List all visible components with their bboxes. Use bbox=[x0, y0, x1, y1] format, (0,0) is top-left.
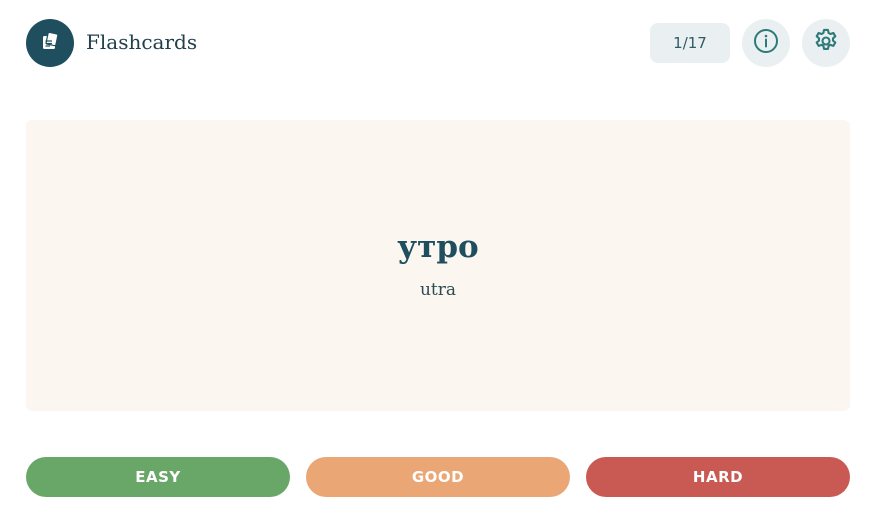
hard-button[interactable]: HARD bbox=[586, 457, 850, 497]
card-word: утро bbox=[397, 228, 479, 265]
flashcard[interactable]: утро utra bbox=[26, 120, 850, 411]
info-button[interactable] bbox=[742, 19, 790, 67]
settings-button[interactable] bbox=[802, 19, 850, 67]
good-button-label: GOOD bbox=[411, 468, 465, 486]
gear-icon bbox=[812, 27, 840, 59]
card-counter: 1/17 bbox=[650, 23, 730, 63]
app-title: Flashcards bbox=[86, 30, 198, 54]
flashcards-app: Flashcards 1/17 утро utra EASY GOOD HARD bbox=[0, 0, 884, 528]
hard-button-label: HARD bbox=[692, 468, 744, 486]
easy-button[interactable]: EASY bbox=[26, 457, 290, 497]
info-icon bbox=[753, 28, 779, 58]
app-logo bbox=[26, 19, 74, 67]
card-transliteration: utra bbox=[419, 279, 457, 300]
notes-icon bbox=[38, 29, 62, 57]
easy-button-label: EASY bbox=[135, 468, 181, 486]
good-button[interactable]: GOOD bbox=[306, 457, 570, 497]
